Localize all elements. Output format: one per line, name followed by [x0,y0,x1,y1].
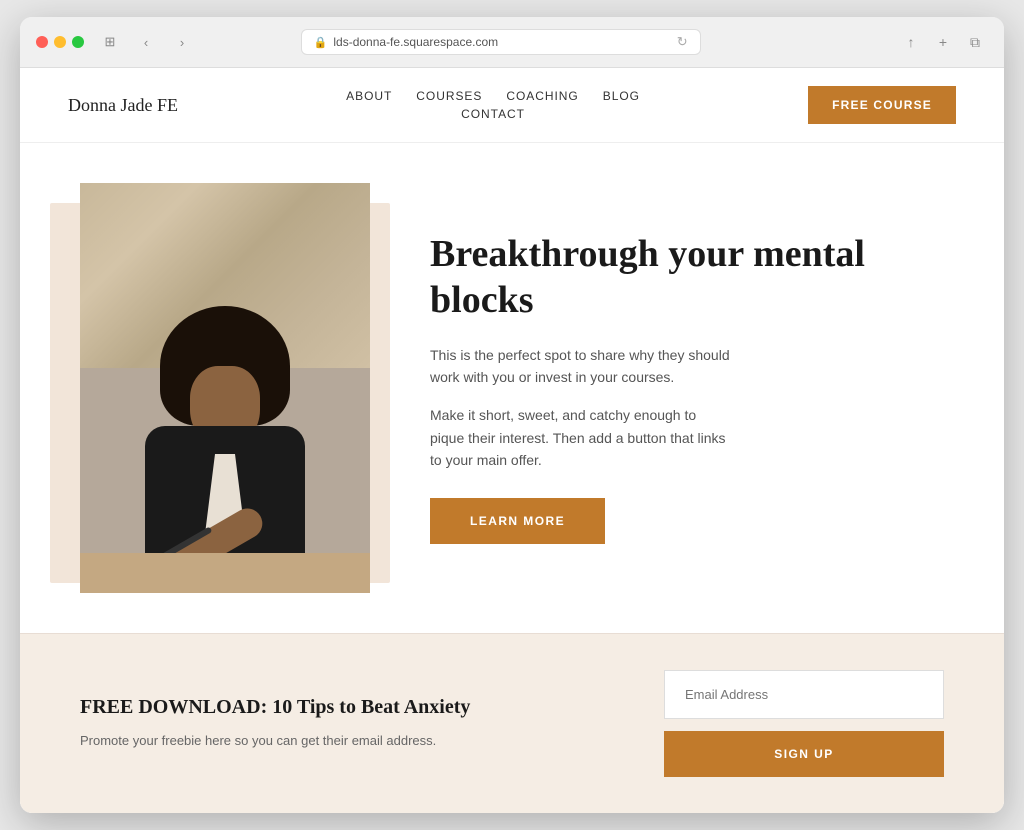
free-download-title: FREE DOWNLOAD: 10 Tips to Beat Anxiety [80,696,624,719]
nav-courses[interactable]: COURSES [416,89,482,103]
hero-description-2: Make it short, sweet, and catchy enough … [430,404,730,471]
sidebar-toggle-button[interactable]: ⊞ [96,31,124,53]
hero-section: Breakthrough your mental blocks This is … [20,143,1004,633]
new-tab-button[interactable]: + [930,31,956,53]
hero-content: Breakthrough your mental blocks This is … [430,232,944,543]
nav-about[interactable]: ABOUT [346,89,392,103]
forward-button[interactable]: › [168,31,196,53]
browser-actions: ↑ + ⧉ [898,31,988,53]
traffic-lights [36,36,84,48]
browser-controls: ⊞ ‹ › [96,31,196,53]
address-bar[interactable]: 🔒 lds-donna-fe.squarespace.com ↻ [301,29,701,55]
site-header: Donna Jade FE ABOUT COURSES COACHING BLO… [20,68,1004,143]
reload-icon[interactable]: ↻ [677,34,688,50]
nav-row-bottom: CONTACT [461,107,525,121]
free-download-form: SIGN UP [664,670,944,777]
learn-more-button[interactable]: LEARN MORE [430,498,605,544]
free-course-button[interactable]: FREE COURSE [808,86,956,124]
close-button[interactable] [36,36,48,48]
back-button[interactable]: ‹ [132,31,160,53]
free-download-description: Promote your freebie here so you can get… [80,731,624,751]
hero-title: Breakthrough your mental blocks [430,232,944,323]
nav-contact[interactable]: CONTACT [461,107,525,121]
site-logo: Donna Jade FE [68,95,178,116]
free-download-text: FREE DOWNLOAD: 10 Tips to Beat Anxiety P… [80,696,624,751]
lock-icon: 🔒 [314,36,328,49]
browser-window: ⊞ ‹ › 🔒 lds-donna-fe.squarespace.com ↻ ↑… [20,17,1004,813]
browser-chrome: ⊞ ‹ › 🔒 lds-donna-fe.squarespace.com ↻ ↑… [20,17,1004,68]
share-button[interactable]: ↑ [898,31,924,53]
nav-coaching[interactable]: COACHING [506,89,578,103]
figure-table [80,553,370,593]
tab-overview-button[interactable]: ⧉ [962,31,988,53]
email-input[interactable] [664,670,944,719]
nav-blog[interactable]: BLOG [603,89,640,103]
maximize-button[interactable] [72,36,84,48]
free-download-section: FREE DOWNLOAD: 10 Tips to Beat Anxiety P… [20,633,1004,813]
hero-image-container [80,183,370,593]
minimize-button[interactable] [54,36,66,48]
url-text: lds-donna-fe.squarespace.com [333,35,498,49]
nav-row-top: ABOUT COURSES COACHING BLOG [346,89,640,103]
hero-description-1: This is the perfect spot to share why th… [430,344,730,389]
website: Donna Jade FE ABOUT COURSES COACHING BLO… [20,68,1004,813]
hero-image [80,183,370,593]
site-nav: ABOUT COURSES COACHING BLOG CONTACT [346,89,640,121]
image-figure [80,306,370,593]
sign-up-button[interactable]: SIGN UP [664,731,944,777]
